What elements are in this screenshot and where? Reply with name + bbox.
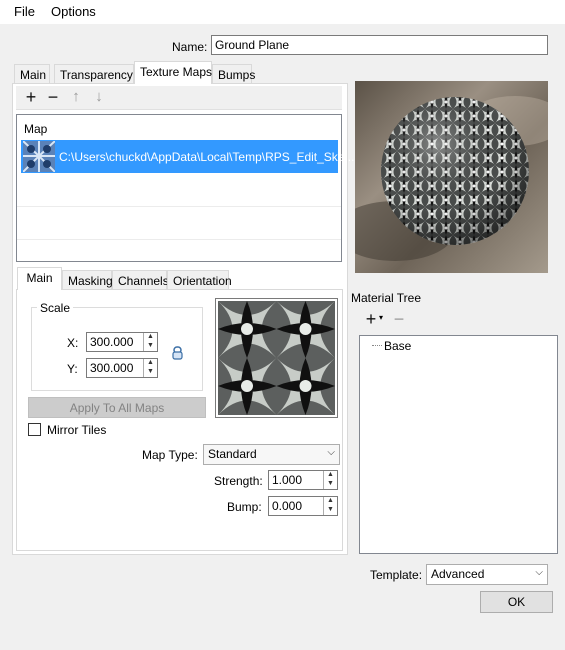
subtab-channels[interactable]: Channels — [112, 270, 169, 290]
minus-icon[interactable]: − — [390, 310, 408, 328]
material-tree-toolbar: + ▾ − — [359, 307, 558, 331]
map-list-header: Map — [24, 122, 48, 136]
material-preview — [355, 81, 548, 273]
scale-x-stepper[interactable]: ▲ ▼ — [143, 333, 157, 351]
subtab-orientation[interactable]: Orientation — [167, 270, 232, 290]
template-value: Advanced — [431, 567, 485, 581]
strength-stepper[interactable]: ▲ ▼ — [323, 471, 337, 489]
subtab-main[interactable]: Main — [17, 267, 62, 290]
map-type-select[interactable]: Standard ⌵ — [203, 444, 340, 465]
minus-icon[interactable]: − — [44, 88, 62, 106]
tree-connector — [372, 345, 382, 346]
bump-label: Bump: — [227, 500, 262, 514]
tab-bumps[interactable]: Bumps — [212, 64, 255, 84]
scale-x-field[interactable]: 300.000 ▲ ▼ — [86, 332, 158, 352]
template-select[interactable]: Advanced ⌵ — [426, 564, 548, 585]
plus-icon[interactable]: + — [362, 310, 380, 328]
arrow-down-icon[interactable]: ↓ — [90, 88, 108, 106]
plus-icon[interactable]: + — [22, 88, 40, 106]
ok-button[interactable]: OK — [480, 591, 553, 613]
list-item[interactable]: C:\Users\chuckd\AppData\Local\Temp\RPS_E… — [21, 140, 354, 173]
name-field[interactable]: Ground Plane — [211, 35, 548, 55]
menu-options[interactable]: Options — [51, 4, 96, 19]
menu-file[interactable]: File — [14, 4, 35, 19]
bump-value: 0.000 — [272, 499, 303, 513]
row-divider — [17, 206, 341, 207]
arrow-up-icon[interactable]: ↑ — [67, 88, 85, 106]
texture-preview — [215, 298, 338, 418]
scale-y-stepper[interactable]: ▲ ▼ — [143, 359, 157, 377]
chevron-down-icon[interactable]: ▾ — [379, 313, 383, 322]
scale-y-label: Y: — [67, 362, 78, 376]
tree-item-base[interactable]: Base — [384, 339, 411, 353]
scale-x-label: X: — [67, 336, 79, 350]
strength-label: Strength: — [214, 474, 263, 488]
link-lock-icon[interactable] — [172, 346, 184, 360]
material-tree: Base — [359, 335, 558, 554]
scale-y-value: 300.000 — [90, 361, 134, 375]
scale-x-value: 300.000 — [90, 335, 134, 349]
tab-main[interactable]: Main — [14, 64, 50, 84]
scale-title: Scale — [37, 301, 74, 315]
subtab-masking[interactable]: Masking — [62, 270, 113, 290]
material-tree-title: Material Tree — [351, 291, 422, 305]
tab-transparency[interactable]: Transparency — [54, 64, 134, 84]
mirror-tiles-checkbox[interactable] — [28, 423, 41, 436]
bump-stepper[interactable]: ▲ ▼ — [323, 497, 337, 515]
chevron-down-icon: ⌵ — [327, 447, 335, 458]
map-type-label: Map Type: — [142, 448, 198, 462]
strength-value: 1.000 — [272, 473, 303, 487]
map-type-value: Standard — [208, 447, 257, 461]
name-label: Name: — [172, 40, 208, 54]
strength-field[interactable]: 1.000 ▲ ▼ — [268, 470, 338, 490]
apply-to-all-maps-button[interactable]: Apply To All Maps — [28, 397, 206, 418]
map-list: Map C:\Users\chuckd\AppData\Local\Temp\R… — [16, 114, 354, 262]
template-label: Template: — [370, 568, 423, 582]
map-thumbnail — [23, 141, 55, 172]
chevron-down-icon: ⌵ — [535, 567, 543, 578]
map-toolbar: + − ↑ ↓ — [16, 86, 342, 110]
menu-bar: File Options — [0, 0, 565, 24]
row-divider — [17, 239, 341, 240]
bump-field[interactable]: 0.000 ▲ ▼ — [268, 496, 338, 516]
map-path: C:\Users\chuckd\AppData\Local\Temp\RPS_E… — [59, 150, 355, 164]
mirror-tiles-label: Mirror Tiles — [47, 423, 107, 437]
tab-texture-maps[interactable]: Texture Maps — [134, 61, 212, 84]
scale-y-field[interactable]: 300.000 ▲ ▼ — [86, 358, 158, 378]
